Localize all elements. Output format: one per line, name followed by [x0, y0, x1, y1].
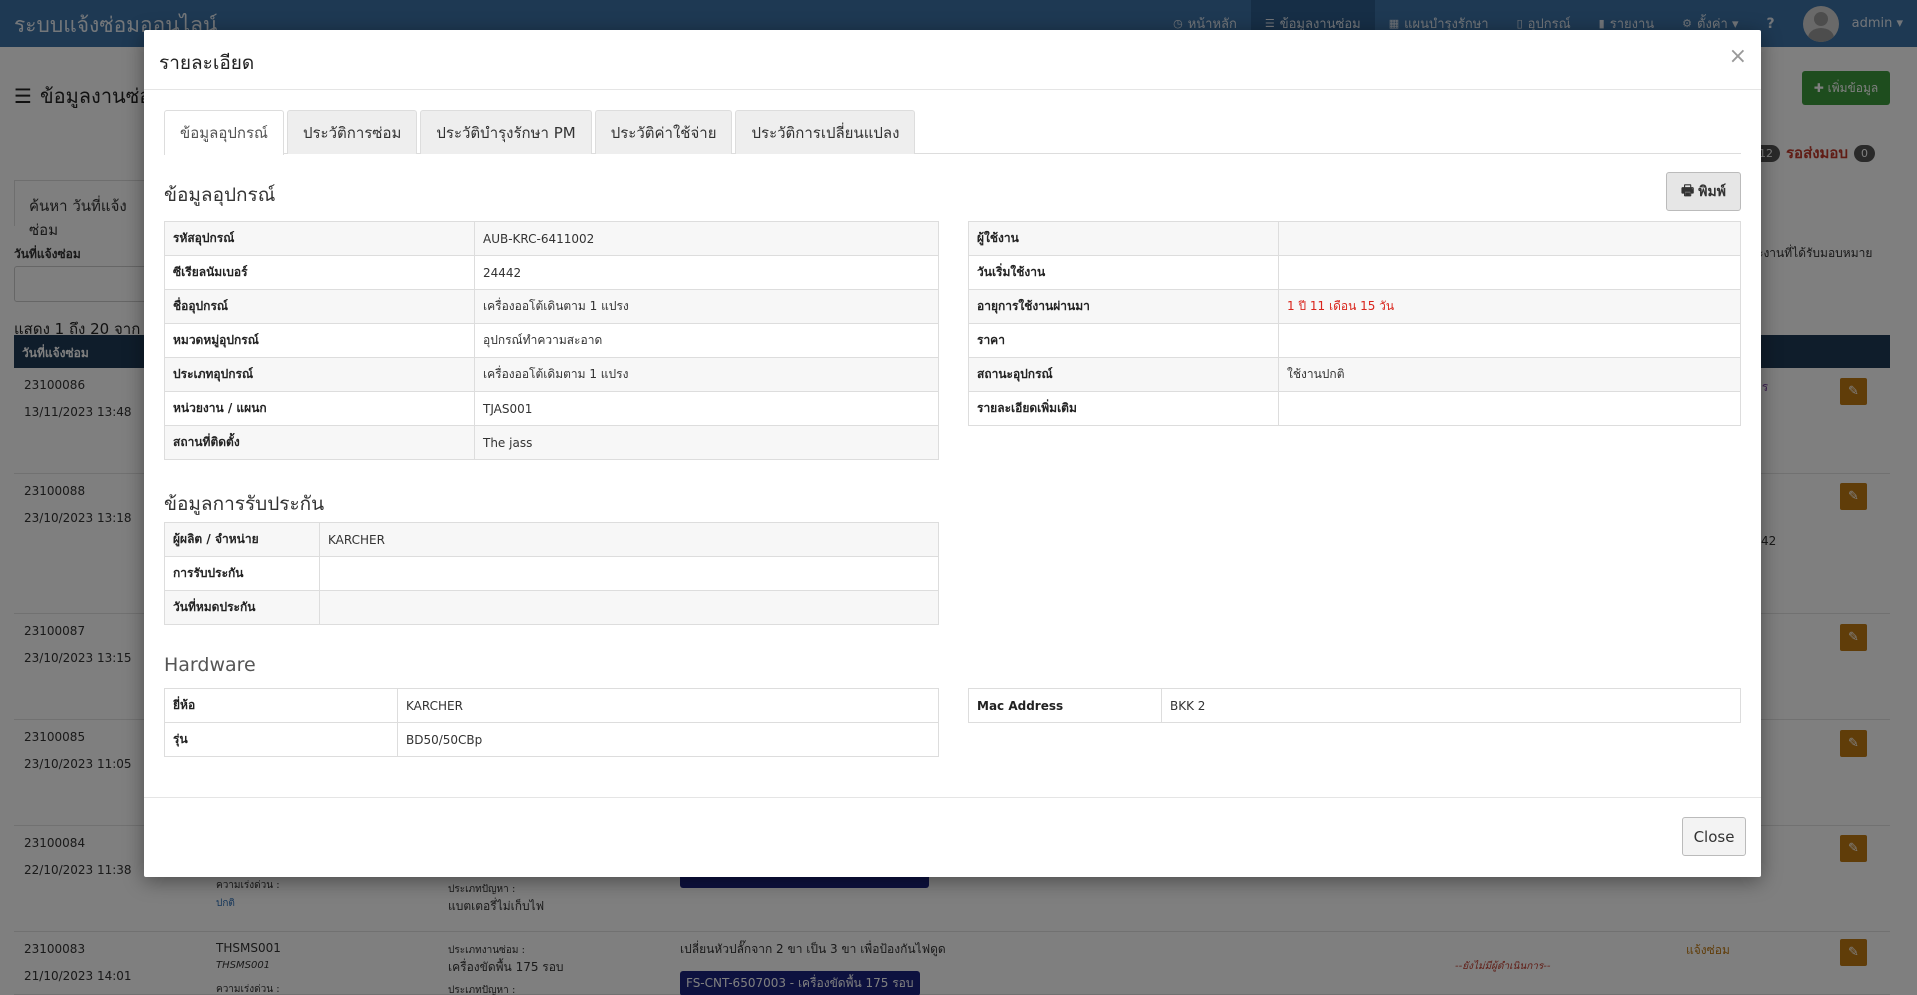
table-row: Mac Address BKK 2	[968, 688, 1741, 723]
modal-tabs: ข้อมูลอุปกรณ์ ประวัติการซ่อม ประวัติบำรุ…	[164, 110, 1741, 155]
field-label: วันที่หมดประกัน	[164, 590, 320, 625]
field-label: สถานที่ติดตั้ง	[164, 425, 475, 460]
table-row: หมวดหมู่อุปกรณ์ อุปกรณ์ทำความสะอาด	[164, 323, 939, 358]
field-value: ใช้งานปกติ	[1278, 357, 1741, 392]
field-value: เครื่องออโต้เดิมตาม 1 แปรง	[474, 357, 939, 392]
field-label: ยี่ห้อ	[164, 688, 398, 723]
field-value: BD50/50CBp	[397, 722, 939, 757]
field-label: หน่วยงาน / แผนก	[164, 391, 475, 426]
field-value: AUB-KRC-6411002	[474, 221, 939, 256]
table-row: วันเริ่มใช้งาน	[968, 255, 1741, 290]
table-row: ผู้ผลิต / จำหน่าย KARCHER	[164, 522, 939, 557]
table-row: ผู้ใช้งาน	[968, 221, 1741, 256]
table-row: รุ่น BD50/50CBp	[164, 722, 939, 757]
printer-icon: 🖶	[1681, 182, 1695, 199]
field-value: อุปกรณ์ทำความสะอาด	[474, 323, 939, 358]
field-value	[319, 556, 939, 591]
field-value	[1278, 323, 1741, 358]
field-label: ผู้ผลิต / จำหน่าย	[164, 522, 320, 557]
tab-change-history[interactable]: ประวัติการเปลี่ยนแปลง	[735, 110, 916, 154]
field-label: รหัสอุปกรณ์	[164, 221, 475, 256]
field-value	[1278, 221, 1741, 256]
table-row: ประเภทอุปกรณ์ เครื่องออโต้เดิมตาม 1 แปรง	[164, 357, 939, 392]
section-device-title: ข้อมูลอุปกรณ์	[164, 184, 276, 206]
field-label: ประเภทอุปกรณ์	[164, 357, 475, 392]
table-row: ชื่ออุปกรณ์ เครื่องออโต้เดินตาม 1 แปรง	[164, 289, 939, 324]
field-label: หมวดหมู่อุปกรณ์	[164, 323, 475, 358]
table-row: หน่วยงาน / แผนก TJAS001	[164, 391, 939, 426]
field-label: อายุการใช้งานผ่านมา	[968, 289, 1279, 324]
table-row: ซีเรียลนัมเบอร์ 24442	[164, 255, 939, 290]
device-info-table: รหัสอุปกรณ์ AUB-KRC-6411002 ซีเรียลนัมเบอ…	[164, 221, 939, 460]
field-value	[1278, 391, 1741, 426]
table-row: สถานะอุปกรณ์ ใช้งานปกติ	[968, 357, 1741, 392]
field-value: TJAS001	[474, 391, 939, 426]
field-label: ราคา	[968, 323, 1279, 358]
close-button[interactable]: Close	[1682, 817, 1746, 856]
hardware-table: ยี่ห้อ KARCHER รุ่น BD50/50CBp	[164, 688, 939, 757]
field-value: KARCHER	[319, 522, 939, 557]
field-label: Mac Address	[968, 688, 1162, 723]
table-row: สถานที่ติดตั้ง The jass	[164, 425, 939, 460]
field-label: ผู้ใช้งาน	[968, 221, 1279, 256]
table-row: ราคา	[968, 323, 1741, 358]
print-button-label: พิมพ์	[1698, 183, 1726, 200]
field-value	[319, 590, 939, 625]
field-value: เครื่องออโต้เดินตาม 1 แปรง	[474, 289, 939, 324]
print-button[interactable]: 🖶 พิมพ์	[1666, 172, 1741, 211]
modal-header: รายละเอียด ×	[144, 30, 1761, 90]
close-icon[interactable]: ×	[1729, 44, 1747, 69]
table-row: การรับประกัน	[164, 556, 939, 591]
tab-pm-history[interactable]: ประวัติบำรุงรักษา PM	[420, 110, 592, 154]
table-row: อายุการใช้งานผ่านมา 1 ปี 11 เดือน 15 วัน	[968, 289, 1741, 324]
field-label: สถานะอุปกรณ์	[968, 357, 1279, 392]
field-label: การรับประกัน	[164, 556, 320, 591]
tab-device-info[interactable]: ข้อมูลอุปกรณ์	[164, 110, 284, 155]
usage-age-value: 1 ปี 11 เดือน 15 วัน	[1278, 289, 1741, 324]
modal-footer: Close	[144, 797, 1761, 877]
tab-repair-history[interactable]: ประวัติการซ่อม	[286, 110, 418, 154]
detail-modal: รายละเอียด × ข้อมูลอุปกรณ์ ประวัติการซ่อ…	[144, 30, 1761, 877]
field-value: BKK 2	[1161, 688, 1741, 723]
field-label: รายละเอียดเพิ่มเติม	[968, 391, 1279, 426]
field-label: รุ่น	[164, 722, 398, 757]
table-row: ยี่ห้อ KARCHER	[164, 688, 939, 723]
section-hardware-title: Hardware	[164, 654, 256, 676]
field-value: 24442	[474, 255, 939, 290]
warranty-table: ผู้ผลิต / จำหน่าย KARCHER การรับประกัน วั…	[164, 522, 939, 625]
hardware-mac-table: Mac Address BKK 2	[968, 688, 1741, 723]
section-warranty-title: ข้อมูลการรับประกัน	[164, 493, 325, 515]
field-value	[1278, 255, 1741, 290]
field-value: The jass	[474, 425, 939, 460]
field-label: วันเริ่มใช้งาน	[968, 255, 1279, 290]
device-usage-table: ผู้ใช้งาน วันเริ่มใช้งาน อายุการใช้งานผ่…	[968, 221, 1741, 426]
field-label: ชื่ออุปกรณ์	[164, 289, 475, 324]
field-value: KARCHER	[397, 688, 939, 723]
field-label: ซีเรียลนัมเบอร์	[164, 255, 475, 290]
table-row: รหัสอุปกรณ์ AUB-KRC-6411002	[164, 221, 939, 256]
modal-title: รายละเอียด	[159, 52, 255, 74]
table-row: รายละเอียดเพิ่มเติม	[968, 391, 1741, 426]
table-row: วันที่หมดประกัน	[164, 590, 939, 625]
tab-cost-history[interactable]: ประวัติค่าใช้จ่าย	[594, 110, 733, 154]
